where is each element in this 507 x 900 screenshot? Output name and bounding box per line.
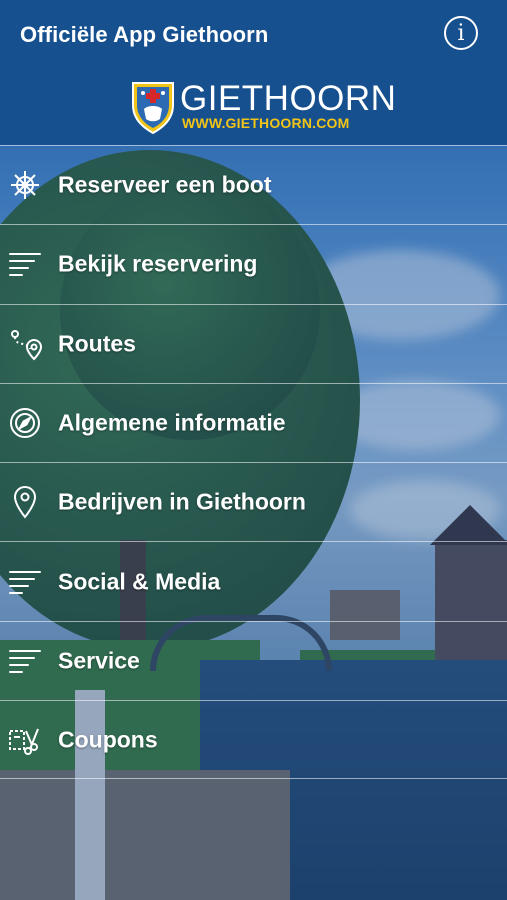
route-icon <box>8 327 42 361</box>
menu-item-label: Routes <box>58 330 136 357</box>
menu-item-label: Bedrijven in Giethoorn <box>58 488 306 515</box>
info-icon[interactable]: i <box>444 16 478 50</box>
menu-item-label: Reserveer een boot <box>58 171 272 198</box>
ship-wheel-icon <box>8 168 42 202</box>
compass-icon <box>8 406 42 440</box>
menu-item-label: Algemene informatie <box>58 409 286 436</box>
coupon-scissors-icon <box>8 723 42 757</box>
logo-name: GIETHOORN <box>180 79 397 118</box>
list-icon <box>8 247 42 281</box>
menu-item-label: Bekijk reservering <box>58 250 258 277</box>
shield-logo-icon <box>132 82 174 135</box>
main-menu: Reserveer een boot Bekijk reservering Ro… <box>0 145 507 780</box>
app-header: Officiële App Giethoorn i GIETHOORN WWW.… <box>0 0 507 145</box>
app-title: Officiële App Giethoorn <box>20 22 269 47</box>
menu-item-service[interactable]: Service <box>0 620 507 700</box>
menu-item-reserveer-boot[interactable]: Reserveer een boot <box>0 145 507 224</box>
menu-item-label: Service <box>58 647 140 674</box>
menu-item-algemene-informatie[interactable]: Algemene informatie <box>0 382 507 462</box>
menu-item-routes[interactable]: Routes <box>0 303 507 383</box>
giethoorn-logo: GIETHOORN WWW.GIETHOORN.COM <box>130 79 396 137</box>
location-pin-icon <box>8 485 42 519</box>
menu-item-bedrijven[interactable]: Bedrijven in Giethoorn <box>0 462 507 541</box>
list-icon <box>8 565 42 599</box>
list-icon <box>8 644 42 678</box>
menu-item-label: Coupons <box>58 726 158 753</box>
menu-item-label: Social & Media <box>58 568 221 595</box>
menu-item-bekijk-reservering[interactable]: Bekijk reservering <box>0 224 507 303</box>
menu-item-coupons[interactable]: Coupons <box>0 700 507 780</box>
logo-url: WWW.GIETHOORN.COM <box>182 115 350 131</box>
menu-item-social-media[interactable]: Social & Media <box>0 541 507 620</box>
